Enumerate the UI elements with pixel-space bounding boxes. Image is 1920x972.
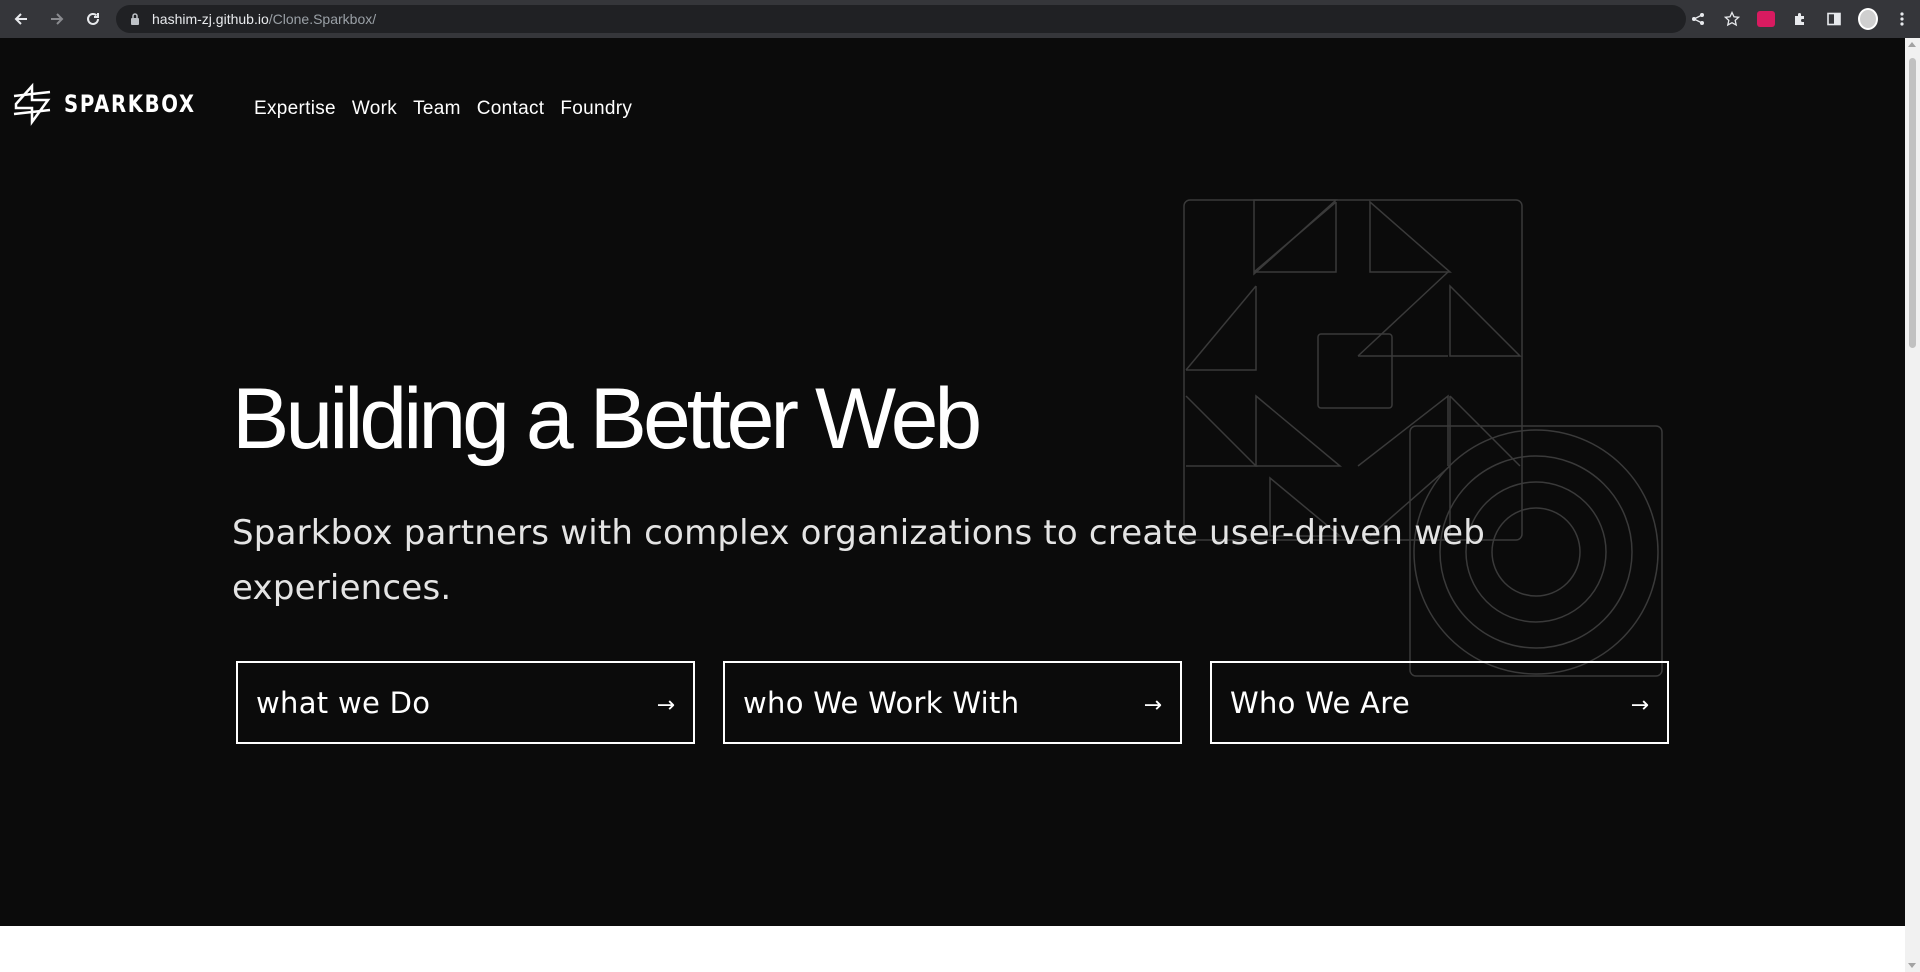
nav-contact[interactable]: Contact (477, 98, 545, 120)
back-icon[interactable] (6, 4, 36, 34)
menu-dots-icon[interactable] (1892, 9, 1912, 29)
cta-label: what we Do (256, 685, 431, 720)
address-bar[interactable]: hashim-zj.github.io/Clone.Sparkbox/ (116, 5, 1686, 33)
nav-foundry[interactable]: Foundry (560, 98, 632, 120)
main-nav: Expertise Work Team Contact Foundry (254, 98, 632, 120)
what-we-do-button[interactable]: what we Do → (236, 661, 695, 744)
cta-row: what we Do → who We Work With → Who We A… (236, 661, 1669, 744)
page-scrollbar[interactable] (1905, 38, 1920, 972)
cta-label: Who We Are (1230, 685, 1411, 720)
extension-red-icon[interactable] (1756, 9, 1776, 29)
arrow-right-icon: → (1143, 693, 1162, 718)
side-panel-icon[interactable] (1824, 9, 1844, 29)
extensions-puzzle-icon[interactable] (1790, 9, 1810, 29)
page-viewport: SPARKBOX Expertise Work Team Contact Fou… (0, 38, 1905, 972)
hero-subtitle: Sparkbox partners with complex organizat… (232, 513, 1486, 608)
nav-expertise[interactable]: Expertise (254, 98, 336, 120)
profile-avatar[interactable] (1858, 8, 1878, 30)
bookmark-star-icon[interactable] (1722, 9, 1742, 29)
forward-icon[interactable] (42, 4, 72, 34)
nav-work[interactable]: Work (352, 98, 397, 120)
url-path: /Clone.Sparkbox/ (268, 11, 377, 27)
scrollbar-thumb[interactable] (1909, 58, 1916, 348)
arrow-right-icon: → (656, 693, 675, 718)
hero-title: Building a Better Web (232, 371, 982, 467)
sparkbox-logo[interactable]: SPARKBOX (12, 82, 225, 126)
scroll-up-icon[interactable] (1908, 42, 1916, 47)
nav-team[interactable]: Team (413, 98, 461, 120)
arrow-right-icon: → (1630, 693, 1649, 718)
who-we-are-button[interactable]: Who We Are → (1210, 661, 1669, 744)
cta-label: who We Work With (743, 685, 1020, 720)
site-header: SPARKBOX Expertise Work Team Contact Fou… (0, 38, 1905, 178)
next-section-band (0, 926, 1905, 972)
logo-text: SPARKBOX (64, 90, 196, 118)
browser-toolbar: hashim-zj.github.io/Clone.Sparkbox/ (0, 0, 1920, 38)
share-icon[interactable] (1688, 9, 1708, 29)
lock-icon (130, 12, 142, 26)
url-host: hashim-zj.github.io (152, 11, 269, 27)
reload-icon[interactable] (78, 4, 108, 34)
scroll-down-icon[interactable] (1908, 963, 1916, 968)
sparkbox-logo-icon (13, 82, 51, 126)
who-we-work-with-button[interactable]: who We Work With → (723, 661, 1182, 744)
